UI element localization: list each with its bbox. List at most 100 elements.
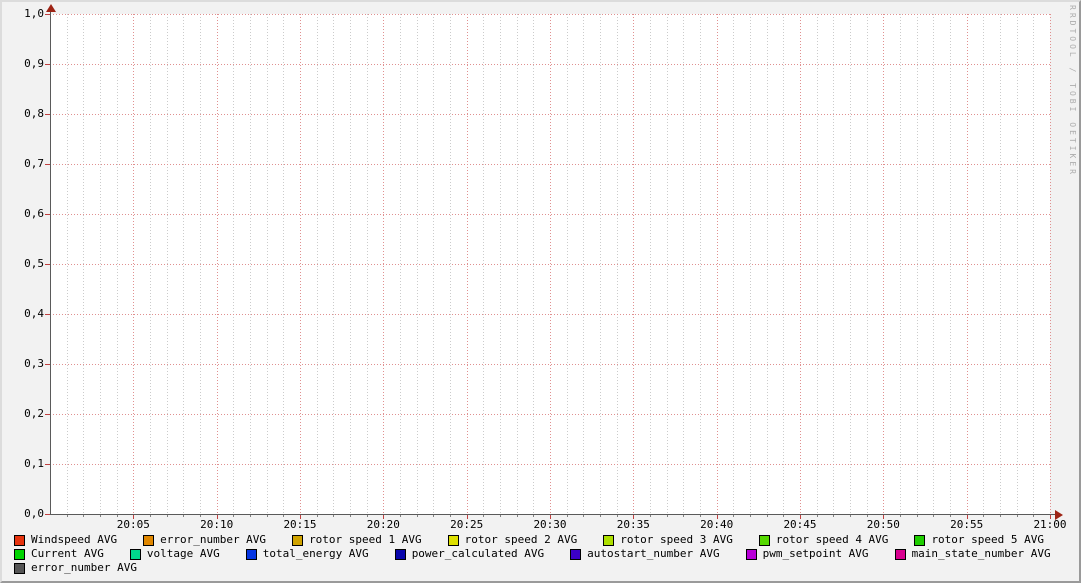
legend-item: voltage AVG [129,547,220,561]
x-axis-minor-tick [816,515,818,517]
y-axis-arrow-icon [46,4,56,12]
x-axis-minor-tick [316,515,318,517]
x-tick-label: 20:40 [700,518,734,531]
x-axis-major-tick [883,515,885,519]
x-axis-minor-tick [266,515,268,517]
y-tick-label: 0,9 [24,57,44,70]
x-axis-minor-tick [166,515,168,517]
x-tick-label: 20:25 [450,518,484,531]
x-axis-minor-tick [650,515,651,517]
x-axis-minor-tick [183,515,185,517]
x-tick-label: 20:55 [950,518,984,531]
x-axis-minor-tick [500,515,501,517]
x-axis-minor-tick [366,515,368,517]
x-axis-major-tick [1050,515,1051,519]
x-axis-minor-tick [416,515,418,517]
x-tick-label: 20:20 [366,518,400,531]
legend-swatch [914,534,926,546]
legend-swatch [758,534,770,546]
y-tick-label: 0,4 [24,307,44,320]
legend: Windspeed AVG error_number AVG rotor speed… [14,533,1075,575]
y-axis-tick [45,214,50,215]
rrdtool-graph: 1,0 0,9 0,8 0,7 0,6 0,5 0,4 0,3 0,2 0,1 0,0 20:05 2… [0,0,1081,583]
legend-swatch [447,534,459,546]
legend-item: rotor speed 3 AVG [603,533,733,547]
x-axis-minor-tick [866,515,868,517]
x-axis-minor-tick [566,515,568,517]
legend-label: main_state_number AVG [911,547,1051,560]
x-axis-minor-tick [700,515,701,517]
x-axis-minor-tick [533,515,535,517]
legend-swatch [894,548,906,560]
legend-label: pwm_setpoint AVG [762,547,869,560]
legend-item: error_number AVG [143,533,266,547]
x-axis-minor-tick [250,515,251,517]
y-tick-label: 1,0 [24,7,44,20]
x-axis-minor-tick [433,515,435,517]
legend-item: main_state_number AVG [894,547,1051,561]
x-axis-minor-tick [683,515,685,517]
legend-swatch [745,548,757,560]
grid-line-major-v [1050,14,1051,514]
grid-line-major-h [50,314,1050,315]
x-axis-minor-tick [850,515,851,517]
x-axis-minor-tick [750,515,751,517]
legend-swatch [14,548,25,560]
y-axis-tick [45,314,50,315]
legend-item: Current AVG [14,547,104,561]
legend-swatch [292,534,304,546]
x-tick-label: 20:30 [533,518,567,531]
x-tick-label: 20:35 [616,518,650,531]
legend-item: total_energy AVG [245,547,369,561]
x-axis-minor-tick [350,515,351,517]
x-axis-minor-tick [450,515,451,517]
y-axis-tick [45,514,50,515]
y-tick-label: 0,5 [24,257,44,270]
legend-swatch [570,548,582,560]
x-axis-minor-tick [333,515,335,517]
y-tick-label: 0,2 [24,407,44,420]
watermark: RRDTOOL / TOBI OETIKER [1068,5,1077,177]
x-axis-minor-tick [733,515,735,517]
grid-line-major-h [50,164,1050,165]
grid-line-major-h [50,364,1050,365]
legend-swatch [14,534,25,546]
grid-line-major-h [50,414,1050,415]
y-tick-label: 0,3 [24,357,44,370]
legend-swatch [129,548,141,560]
grid-line-major-h [50,214,1050,215]
legend-swatch [394,548,406,560]
legend-item: rotor speed 2 AVG [447,533,577,547]
legend-item: error_number AVG [14,561,137,575]
x-axis-major-tick [466,515,468,519]
x-axis-minor-tick [283,515,285,517]
legend-item: rotor speed 4 AVG [758,533,888,547]
y-axis-tick [45,364,50,365]
legend-swatch [245,548,257,560]
legend-swatch [603,534,615,546]
x-axis-minor-tick [766,515,768,517]
x-axis-minor-tick [100,515,101,517]
x-tick-label: 20:10 [200,518,234,531]
legend-label: Windspeed AVG [31,533,118,546]
y-tick-label: 0,0 [24,507,44,520]
x-axis-minor-tick [150,515,151,517]
y-tick-label: 0,8 [24,107,44,120]
x-axis-minor-tick [1016,515,1018,517]
x-tick-label: 21:00 [1033,518,1067,531]
y-axis-tick [45,464,50,465]
legend-label: Current AVG [31,547,104,560]
legend-row: error_number AVG [14,561,1075,575]
x-axis-minor-tick [66,515,68,517]
x-axis-minor-tick [1033,515,1035,517]
legend-label: power_calculated AVG [411,547,545,560]
x-tick-label: 20:50 [866,518,900,531]
y-axis-tick [45,414,50,415]
y-tick-label: 0,1 [24,457,44,470]
x-tick-label: 20:15 [283,518,317,531]
x-axis-minor-tick [200,515,201,517]
x-axis-minor-tick [116,515,118,517]
grid-line-major-h [50,64,1050,65]
x-axis-major-tick [300,515,301,519]
grid-line-major-h [50,14,1050,15]
